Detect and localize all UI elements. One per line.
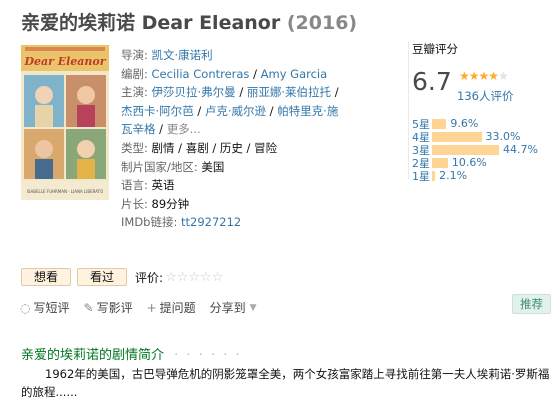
writer-link[interactable]: Cecilia Contreras [152, 67, 250, 81]
dist-bar [432, 170, 436, 181]
cast-link[interactable]: 卢克·威尔逊 [205, 104, 266, 118]
writer-link[interactable]: Amy Garcia [261, 67, 328, 81]
cast-link[interactable]: 丽亚娜·莱伯拉托 [247, 85, 331, 99]
share-label: 分享到 [209, 301, 246, 315]
summary-dots: · · · · · · [174, 348, 242, 363]
rate-label: 评价: [135, 270, 164, 285]
director-row: 导演: 凯文·康诺利 [121, 46, 361, 65]
poster-cast-line: ISABELLE FUHRMAN · LIANA LIBERATO [27, 189, 104, 194]
poster-image: Dear Eleanor ISABELLE FUHRMAN · LIANA LI… [21, 45, 109, 200]
plus-icon: + [146, 300, 157, 315]
country-row: 制片国家/地区: 美国 [121, 158, 361, 177]
star-empty-icon: ★ [498, 69, 509, 83]
movie-info: 导演: 凯文·康诺利 编剧: Cecilia Contreras / Amy G… [121, 46, 361, 232]
country-label: 制片国家/地区: [121, 159, 198, 174]
watched-button[interactable]: 看过 [77, 268, 128, 286]
page-title: 亲爱的埃莉诺 Dear Eleanor (2016) [21, 8, 357, 35]
cast-row-3: 瓦辛格 / 更多... [121, 122, 201, 137]
cast-link[interactable]: 伊莎贝拉·弗尔曼 [152, 85, 236, 99]
imdb-link[interactable]: tt2927212 [181, 215, 241, 229]
dist-bar [432, 131, 482, 142]
dist-row: 1星 2.1% [412, 169, 558, 183]
movie-poster[interactable]: Dear Eleanor ISABELLE FUHRMAN · LIANA LI… [21, 45, 109, 200]
ask-question-button[interactable]: + 提问题 [147, 299, 196, 316]
mark-buttons: 想看 看过 评价: ☆☆☆☆☆ [21, 268, 223, 286]
dist-bar [432, 157, 448, 168]
genre-value: 冒险 [254, 140, 278, 155]
dist-bar [432, 144, 500, 155]
dist-row: 4星 33.0% [412, 130, 558, 144]
movie-name: 亲爱的埃莉诺 Dear Eleanor [21, 12, 281, 34]
dist-pct: 44.7% [503, 143, 538, 156]
rating-label: 豆瓣评分 [412, 42, 458, 56]
writer-row: 编剧: Cecilia Contreras / Amy Garcia [121, 66, 328, 81]
poster-headline: Dear Eleanor [23, 55, 106, 68]
write-review-button[interactable]: ✎ 写影评 [84, 299, 133, 316]
cast-link[interactable]: 帕特里克·施 [277, 104, 338, 118]
speech-bubble-icon: ◌ [20, 300, 31, 315]
write-review-label: 写影评 [96, 301, 133, 315]
star-outline-icon[interactable]: ☆ [200, 270, 212, 285]
votes-link[interactable]: 136人评价 [457, 88, 513, 104]
star-icon: ★ [459, 69, 470, 83]
share-button[interactable]: 分享到 ▼ [210, 299, 257, 316]
star-icon: ★ [468, 69, 480, 83]
star-outline-icon[interactable]: ☆ [188, 270, 200, 285]
imdb-label: IMDb链接: [121, 215, 178, 230]
cast-more-link[interactable]: 更多... [167, 122, 201, 136]
language-row: 语言: 英语 [121, 176, 361, 195]
dist-star-label: 1星 [412, 169, 430, 183]
summary-text: 1962年的美国，古巴导弹危机的阴影笼罩全美，两个女孩富家踏上寻找前往第一夫人埃… [21, 367, 550, 399]
director-label: 导演: [121, 48, 148, 62]
rating-score: 6.7 [412, 67, 452, 96]
genre-value: 喜剧 [185, 140, 209, 155]
country-value: 美国 [201, 159, 225, 174]
dist-row: 3星 44.7% [412, 143, 558, 157]
dist-bar [432, 118, 447, 129]
summary-heading: 亲爱的埃莉诺的剧情简介 · · · · · · [21, 344, 242, 363]
star-outline-icon[interactable]: ☆ [177, 270, 189, 285]
cast-link[interactable]: 杰西卡·阿尔芭 [121, 104, 194, 118]
want-to-watch-button[interactable]: 想看 [21, 268, 72, 286]
runtime-label: 片长: [121, 196, 148, 211]
genre-value: 剧情 [151, 140, 175, 155]
cast-label: 主演: [121, 85, 148, 100]
cast-link[interactable]: 瓦辛格 [121, 122, 156, 136]
star-outline-icon[interactable]: ☆ [165, 270, 177, 285]
dist-row: 2星 10.6% [412, 156, 558, 170]
genre-value: 历史 [219, 140, 243, 155]
dist-pct: 33.0% [485, 130, 521, 143]
star-outline-icon[interactable]: ☆ [212, 270, 224, 285]
dist-row: 5星 9.6% [412, 117, 558, 131]
runtime-row: 片长: 89分钟 [121, 195, 361, 214]
movie-year: (2016) [286, 12, 358, 34]
director-link[interactable]: 凯文·康诺利 [152, 48, 213, 62]
action-bar: ◌ 写短评 ✎ 写影评 + 提问题 分享到 ▼ [20, 299, 271, 316]
summary-title: 亲爱的埃莉诺的剧情简介 [21, 348, 165, 363]
genre-row: 类型: 剧情 / 喜剧 / 历史 / 冒险 [121, 140, 278, 155]
genre-label: 类型: [121, 140, 148, 155]
imdb-row: IMDb链接: tt2927212 [121, 213, 361, 232]
write-short-review-button[interactable]: ◌ 写短评 [20, 299, 70, 316]
pencil-icon: ✎ [83, 300, 94, 315]
rating-panel: 豆瓣评分 6.7 ★★★★★ 136人评价 5星 9.6% 4星 33.0% 3… [408, 41, 554, 183]
rating-distribution: 5星 9.6% 4星 33.0% 3星 44.7% 2星 10.6% 1星 2.… [412, 117, 558, 183]
star-icon: ★ [478, 69, 490, 83]
dist-pct: 2.1% [439, 169, 468, 182]
cast-row-2: 杰西卡·阿尔芭 / 卢克·威尔逊 / 帕特里克·施 [121, 103, 339, 118]
language-label: 语言: [121, 178, 148, 193]
rating-stars: ★★★★★ [459, 69, 509, 83]
recommend-button[interactable]: 推荐 [512, 294, 551, 314]
write-short-review-label: 写短评 [33, 301, 70, 315]
rate-stars: ☆☆☆☆☆ [165, 270, 223, 285]
ask-question-label: 提问题 [159, 301, 196, 315]
half-star-icon: ★ [488, 69, 499, 83]
runtime-value: 89分钟 [151, 196, 190, 211]
dist-pct: 9.6% [450, 117, 479, 130]
dropdown-arrow-icon: ▼ [249, 302, 257, 313]
dist-pct: 10.6% [451, 156, 487, 169]
language-value: 英语 [151, 178, 175, 193]
writer-label: 编剧: [121, 66, 148, 81]
cast-row: 主演: 伊莎贝拉·弗尔曼 / 丽亚娜·莱伯拉托 / [121, 85, 339, 100]
